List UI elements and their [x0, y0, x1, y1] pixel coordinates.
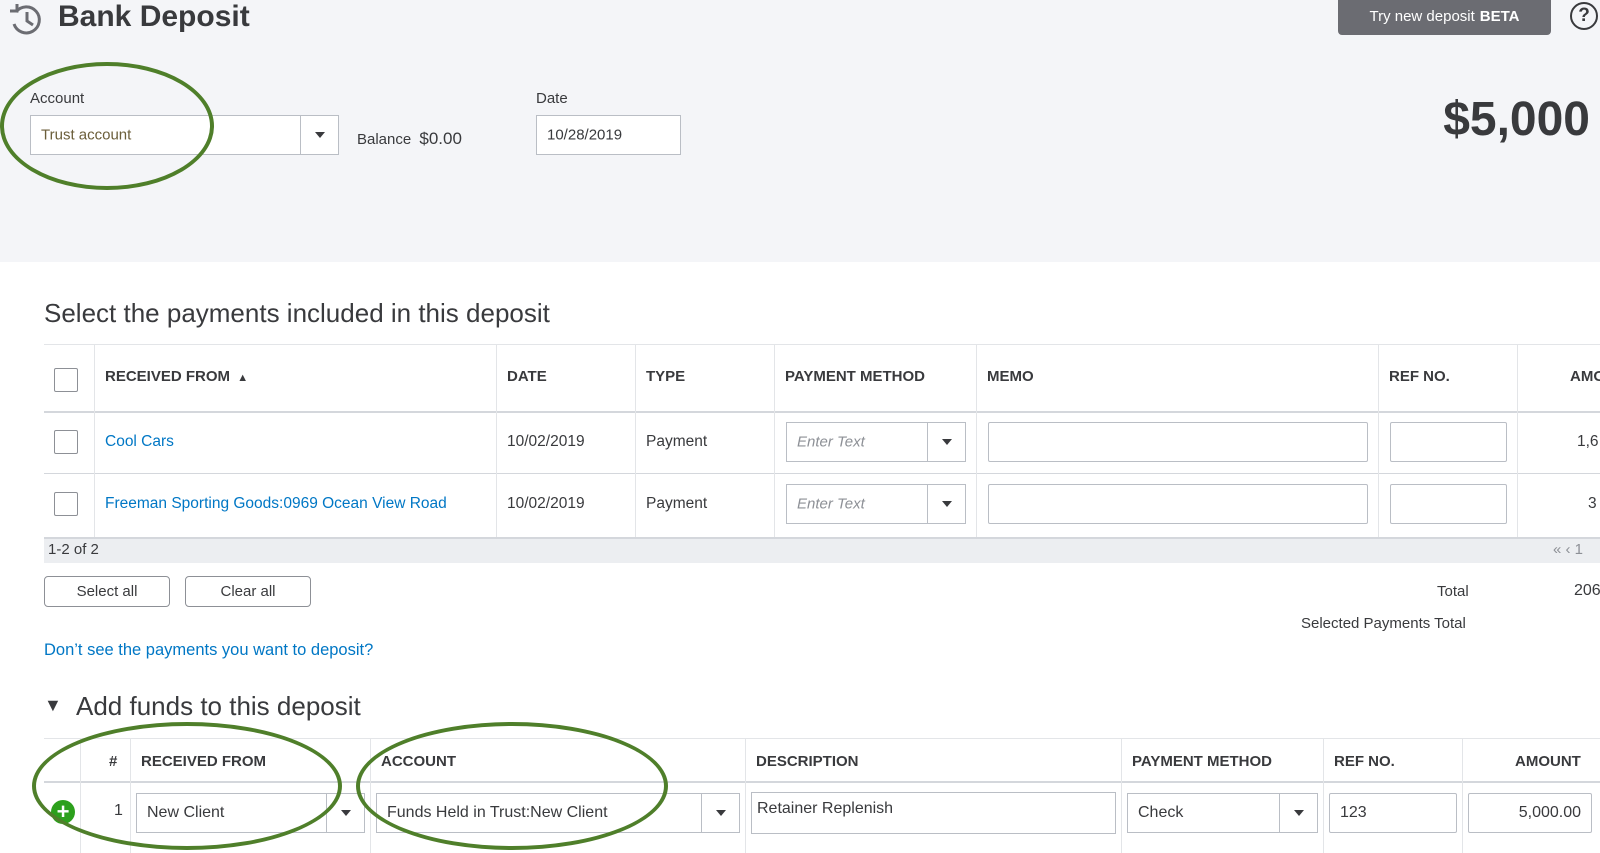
col-account: ACCOUNT [381, 753, 456, 770]
try-new-deposit-button[interactable]: Try new deposit BETA [1338, 0, 1551, 35]
payment-method-placeholder: Enter Text [797, 433, 865, 451]
account-line-dropdown-button[interactable] [701, 794, 739, 832]
col-memo[interactable]: MEMO [987, 368, 1034, 385]
payment-amount: 3 [1588, 495, 1597, 512]
received-from-link[interactable]: Freeman Sporting Goods:0969 Ocean View R… [105, 495, 447, 513]
account-label: Account [30, 90, 85, 107]
row-checkbox[interactable] [54, 430, 78, 454]
col-divider [774, 344, 775, 537]
col-type[interactable]: TYPE [646, 368, 685, 385]
payment-amount: 1,6 [1577, 433, 1599, 450]
chevron-down-icon [1293, 810, 1304, 816]
select-all-checkbox[interactable] [54, 368, 78, 392]
missing-payments-link[interactable]: Don’t see the payments you want to depos… [44, 641, 373, 660]
payment-method-dropdown-button[interactable] [927, 485, 965, 523]
col-divider [1517, 344, 1518, 537]
funds-table-top [44, 738, 1600, 739]
received-from-select[interactable]: New Client [136, 793, 365, 833]
col-amount[interactable]: AMO [1570, 368, 1600, 385]
col-divider [1323, 738, 1324, 853]
pager-controls[interactable]: « ‹ 1 [1553, 541, 1583, 558]
col-divider [370, 738, 371, 853]
col-divider [635, 344, 636, 537]
col-divider [1121, 738, 1122, 853]
col-payment-method: PAYMENT METHOD [1132, 753, 1273, 770]
line-number: 1 [114, 802, 123, 819]
col-line-number: # [109, 753, 118, 770]
pager-bar [44, 537, 1600, 563]
recent-transactions-icon[interactable] [8, 2, 44, 38]
memo-input[interactable] [988, 422, 1368, 462]
col-divider [130, 738, 131, 853]
payment-method-select[interactable]: Enter Text [786, 422, 966, 462]
memo-input[interactable] [988, 484, 1368, 524]
chevron-down-icon [941, 439, 952, 445]
payment-date: 10/02/2019 [507, 495, 585, 512]
payments-table-top [44, 344, 1600, 345]
pager-count: 1-2 of 2 [48, 541, 99, 558]
selected-payments-total-label: Selected Payments Total [1301, 615, 1466, 632]
funds-header-divider [44, 781, 1600, 783]
col-payment-method[interactable]: PAYMENT METHOD [785, 368, 925, 385]
col-received-from: RECEIVED FROM [141, 753, 267, 770]
payments-row-divider [44, 473, 1600, 474]
select-all-button[interactable]: Select all [44, 576, 170, 607]
col-amount: AMOUNT [1515, 753, 1581, 770]
received-from-link[interactable]: Cool Cars [105, 433, 174, 451]
description-textarea[interactable]: Retainer Replenish [751, 792, 1116, 834]
payment-type: Payment [646, 495, 708, 512]
balance-label: Balance [357, 131, 412, 148]
col-divider [1462, 738, 1463, 853]
payment-type: Payment [646, 433, 708, 450]
total-value: 206 [1574, 582, 1600, 599]
date-input[interactable]: 10/28/2019 [536, 115, 681, 155]
payment-method-select[interactable]: Enter Text [786, 484, 966, 524]
col-divider [1378, 344, 1379, 537]
account-select[interactable]: Trust account [30, 115, 339, 155]
beta-badge: BETA [1479, 8, 1520, 25]
funds-section-title[interactable]: Add funds to this deposit [76, 691, 361, 722]
clear-all-button[interactable]: Clear all [185, 576, 311, 607]
deposit-total-amount: $5,000 [1443, 93, 1590, 146]
ref-no-input[interactable] [1390, 484, 1507, 524]
chevron-down-icon [314, 132, 325, 138]
payment-method-dropdown-button[interactable] [927, 423, 965, 461]
account-line-select[interactable]: Funds Held in Trust:New Client [376, 793, 740, 833]
payment-method-placeholder: Enter Text [797, 495, 865, 513]
row-checkbox[interactable] [54, 492, 78, 516]
payment-method-line-dropdown-button[interactable] [1279, 794, 1317, 832]
add-line-icon[interactable]: + [51, 800, 75, 824]
col-divider [496, 344, 497, 537]
account-dropdown-button[interactable] [300, 116, 338, 154]
received-from-dropdown-button[interactable] [326, 794, 364, 832]
amount-line-input[interactable]: 5,000.00 [1468, 793, 1592, 833]
balance: Balance $0.00 [357, 129, 462, 149]
col-divider [80, 738, 81, 853]
col-description: DESCRIPTION [756, 753, 859, 770]
sort-ascending-icon: ▲ [237, 372, 249, 384]
chevron-down-icon [941, 501, 952, 507]
payment-date: 10/02/2019 [507, 433, 585, 450]
total-label: Total [1437, 583, 1469, 600]
chevron-down-icon [340, 810, 351, 816]
collapse-triangle-icon[interactable]: ▼ [44, 695, 62, 716]
payment-method-line-select[interactable]: Check [1127, 793, 1318, 833]
account-value: Trust account [41, 126, 132, 144]
col-divider [745, 738, 746, 853]
col-ref-no[interactable]: REF NO. [1389, 368, 1450, 385]
date-label: Date [536, 90, 568, 107]
payments-header-divider [44, 411, 1600, 413]
page-title: Bank Deposit [58, 0, 250, 33]
payments-section-title: Select the payments included in this dep… [44, 298, 550, 328]
col-divider [94, 344, 95, 537]
col-divider [976, 344, 977, 537]
col-received-from[interactable]: RECEIVED FROM ▲ [105, 368, 248, 385]
col-ref-no: REF NO. [1334, 753, 1395, 770]
chevron-down-icon [715, 810, 726, 816]
balance-value: $0.00 [419, 129, 462, 148]
ref-no-input[interactable] [1390, 422, 1507, 462]
col-date[interactable]: DATE [507, 368, 547, 385]
help-icon[interactable]: ? [1570, 2, 1598, 30]
ref-no-line-input[interactable]: 123 [1329, 793, 1457, 833]
